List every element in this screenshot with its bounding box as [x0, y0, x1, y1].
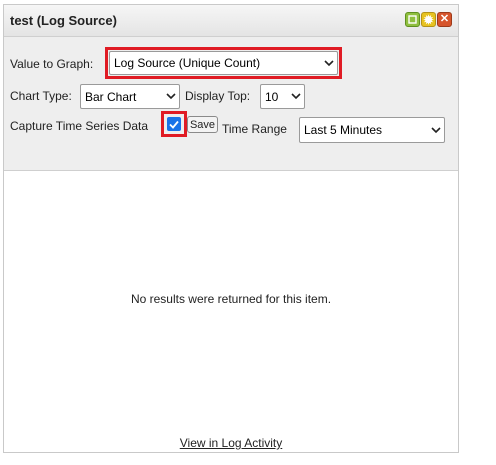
chevron-down-icon — [288, 93, 304, 100]
widget-title: test (Log Source) — [10, 13, 117, 28]
restore-icon[interactable] — [405, 12, 420, 27]
display-top-label: Display Top: — [185, 89, 251, 103]
value-to-graph-label: Value to Graph: — [10, 57, 94, 71]
value-to-graph-select[interactable]: Log Source (Unique Count) — [109, 51, 338, 75]
settings-gear-icon[interactable]: ✹ — [421, 12, 436, 27]
window-controls: ✹ ✕ — [405, 12, 452, 27]
capture-time-series-checkbox[interactable] — [167, 117, 181, 131]
time-range-value: Last 5 Minutes — [304, 123, 383, 137]
widget-config-panel: Value to Graph: Log Source (Unique Count… — [4, 37, 458, 171]
chart-type-value: Bar Chart — [85, 89, 137, 104]
display-top-select[interactable]: 10 — [260, 84, 305, 109]
time-range-label: Time Range — [222, 122, 287, 136]
no-results-message: No results were returned for this item. — [130, 292, 332, 306]
time-range-select[interactable]: Last 5 Minutes — [299, 117, 445, 143]
display-top-value: 10 — [265, 89, 279, 104]
save-button[interactable]: Save — [187, 116, 218, 133]
chevron-down-icon — [321, 59, 337, 67]
widget-titlebar: test (Log Source) ✹ ✕ — [4, 5, 458, 37]
chevron-down-icon — [163, 93, 179, 100]
capture-time-series-label: Capture Time Series Data — [10, 119, 149, 133]
dashboard-widget: test (Log Source) ✹ ✕ Value to Graph: Lo… — [3, 4, 459, 453]
value-to-graph-value: Log Source (Unique Count) — [114, 56, 261, 70]
chart-type-label: Chart Type: — [10, 89, 72, 103]
chart-type-select[interactable]: Bar Chart — [80, 84, 180, 109]
close-icon[interactable]: ✕ — [437, 12, 452, 27]
view-in-log-activity-link[interactable]: View in Log Activity — [4, 436, 458, 450]
chevron-down-icon — [428, 126, 444, 134]
